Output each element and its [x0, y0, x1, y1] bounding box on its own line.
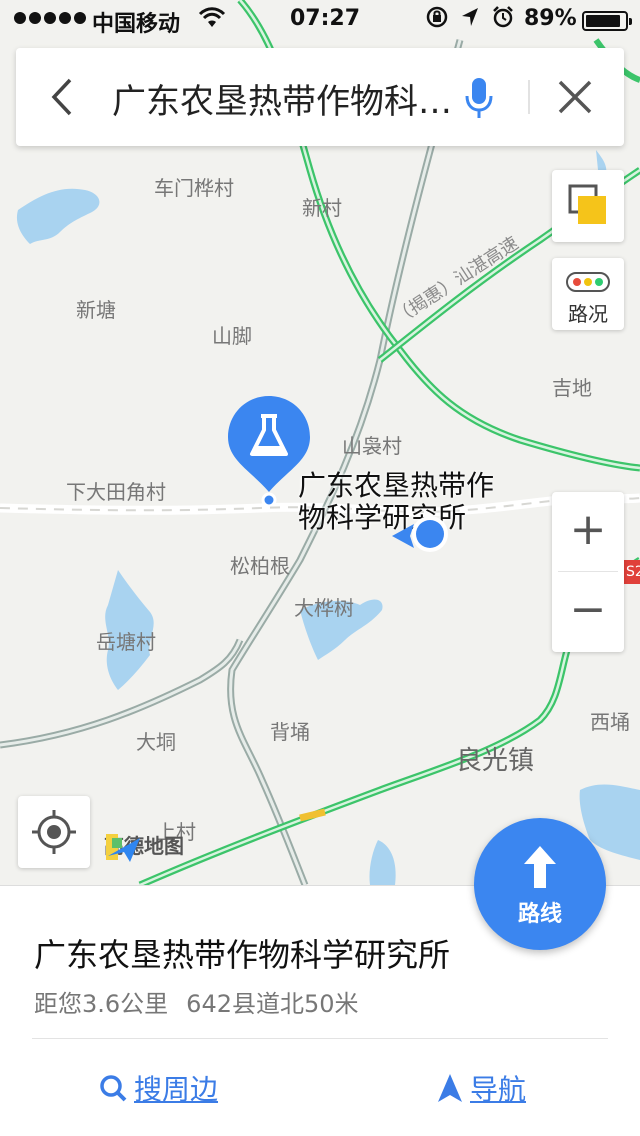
place-subtitle: 距您3.6公里 642县道北50米	[34, 984, 359, 1019]
location-arrow-icon	[460, 6, 480, 33]
place-label: 西埇	[590, 710, 630, 734]
road-badge: S20	[624, 560, 640, 584]
alarm-icon	[492, 6, 514, 33]
zoom-control: + −	[552, 492, 624, 652]
place-label: 车门桦村	[154, 176, 234, 200]
distance-text: 距您3.6公里	[34, 990, 169, 1018]
traffic-light-icon	[566, 272, 610, 292]
place-label: 山袅村	[342, 434, 402, 458]
place-label: 下大田角村	[66, 480, 166, 504]
signal-icon	[14, 12, 86, 24]
place-label: 新塘	[76, 298, 116, 322]
navigation-arrow-icon	[438, 1074, 462, 1102]
route-button[interactable]: 路线	[474, 818, 606, 950]
zoom-in-button[interactable]: +	[552, 492, 624, 572]
search-bar: 广东农垦热带作物科学研究所	[16, 48, 624, 146]
layers-icon	[568, 184, 606, 224]
place-label: 大桦树	[294, 596, 354, 620]
mic-icon[interactable]	[464, 76, 494, 120]
address-text: 642县道北50米	[186, 990, 359, 1018]
place-title: 广东农垦热带作物科学研究所	[34, 936, 451, 974]
my-location-icon	[388, 512, 452, 556]
route-label: 路线	[517, 902, 562, 927]
carrier-name: 中国移动	[92, 12, 181, 37]
place-label: 新村	[302, 196, 342, 220]
crosshair-icon	[32, 810, 76, 854]
navigate-label: 导航	[470, 1073, 527, 1106]
place-label: 岳塘村	[96, 630, 156, 654]
amap-logo-icon	[106, 834, 140, 862]
place-label: 背埇	[270, 720, 310, 744]
divider	[32, 1038, 608, 1039]
layers-button[interactable]	[552, 170, 624, 242]
search-query[interactable]: 广东农垦热带作物科学研究所	[112, 74, 452, 123]
search-icon	[100, 1075, 127, 1102]
town-label: 良光镇	[456, 746, 535, 776]
search-nearby-button[interactable]: 搜周边	[98, 1068, 218, 1108]
amap-logo: 高德地图	[104, 830, 184, 862]
traffic-button[interactable]: 路况	[552, 258, 624, 330]
place-label: 山脚	[212, 324, 252, 348]
route-arrow-icon	[524, 846, 556, 888]
zoom-out-button[interactable]: −	[552, 572, 624, 652]
clock: 07:27	[290, 6, 361, 31]
orientation-lock-icon	[426, 6, 448, 33]
navigate-button[interactable]: 导航	[436, 1068, 526, 1108]
divider	[528, 80, 530, 114]
battery-percent: 89%	[524, 6, 577, 31]
close-icon[interactable]	[556, 78, 594, 116]
place-label: 大垌	[136, 730, 176, 754]
search-nearby-label: 搜周边	[134, 1073, 219, 1106]
place-label: 松柏根	[230, 554, 290, 578]
place-label: 吉地	[552, 376, 592, 400]
traffic-label: 路况	[568, 302, 608, 326]
back-icon[interactable]	[44, 74, 84, 120]
status-bar: 中国移动 07:27 89%	[0, 0, 640, 40]
locate-me-button[interactable]	[18, 796, 90, 868]
wifi-icon	[198, 6, 226, 36]
battery-icon	[582, 11, 632, 31]
